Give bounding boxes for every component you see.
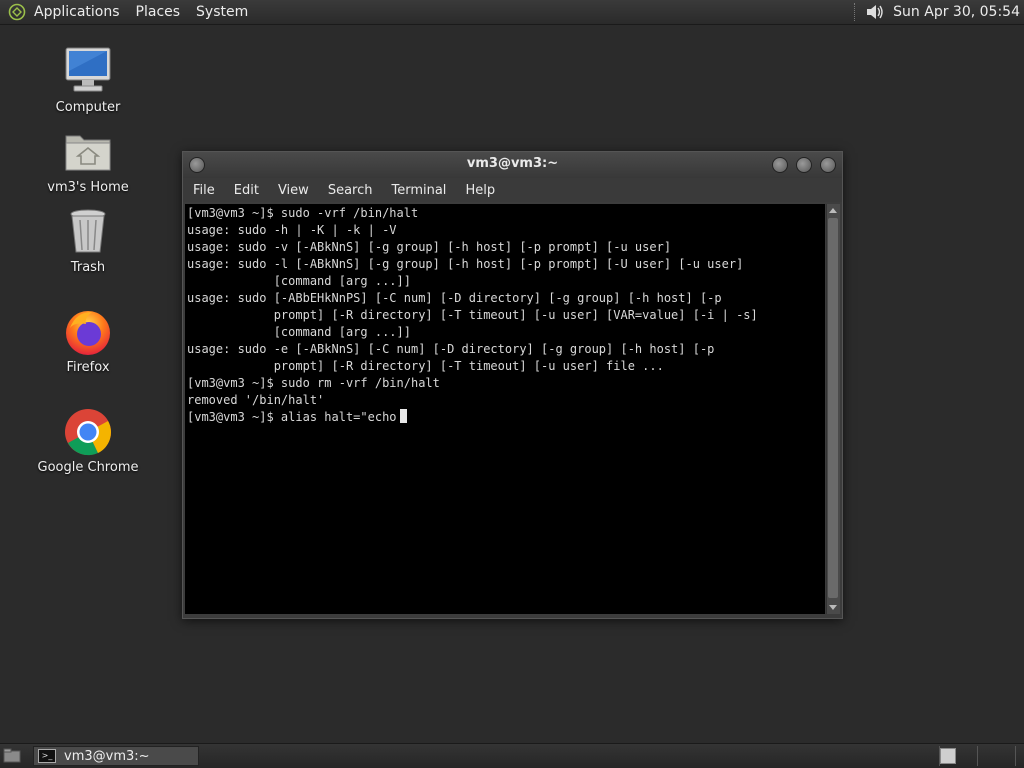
- terminal-prompt-line[interactable]: [vm3@vm3 ~]$ alias halt="echo: [187, 409, 825, 426]
- maximize-button[interactable]: [796, 157, 812, 173]
- terminal-output[interactable]: [vm3@vm3 ~]$ sudo -vrf /bin/halt usage: s…: [185, 204, 825, 614]
- terminal-line: prompt] [-R directory] [-T timeout] [-u …: [187, 359, 664, 373]
- terminal-scrollbar[interactable]: [826, 204, 840, 614]
- desktop-icon-computer[interactable]: Computer: [28, 46, 148, 115]
- terminal-line: usage: sudo -h | -K | -k | -V: [187, 223, 397, 237]
- menu-edit[interactable]: Edit: [234, 183, 259, 198]
- menu-search[interactable]: Search: [328, 183, 373, 198]
- tray-separator: [854, 3, 859, 21]
- volume-icon[interactable]: [865, 2, 885, 22]
- terminal-line: usage: sudo -e [-ABkNnS] [-C num] [-D di…: [187, 342, 715, 356]
- scroll-up-icon[interactable]: [829, 208, 837, 213]
- desktop-icon-chrome[interactable]: Google Chrome: [28, 406, 148, 475]
- terminal-line: [command [arg ...]]: [187, 325, 411, 339]
- bottom-panel: >_ vm3@vm3:~: [0, 743, 1024, 768]
- show-desktop-icon[interactable]: [3, 748, 21, 764]
- scrollbar-thumb[interactable]: [828, 218, 838, 598]
- workspace-separator: [1015, 746, 1016, 766]
- desktop-icon-trash[interactable]: Trash: [28, 206, 148, 275]
- menu-help[interactable]: Help: [465, 183, 495, 198]
- terminal-line: prompt] [-R directory] [-T timeout] [-u …: [187, 308, 758, 322]
- window-titlebar[interactable]: vm3@vm3:~: [183, 152, 842, 178]
- window-menu-icon[interactable]: [189, 157, 205, 173]
- clock[interactable]: Sun Apr 30, 05:54: [893, 4, 1020, 20]
- menu-file[interactable]: File: [193, 183, 215, 198]
- terminal-line: [command [arg ...]]: [187, 274, 411, 288]
- scroll-down-icon[interactable]: [829, 605, 837, 610]
- text-cursor: [399, 409, 407, 423]
- trash-icon: [70, 209, 106, 253]
- terminal-line: usage: sudo -l [-ABkNnS] [-g group] [-h …: [187, 257, 744, 271]
- desktop-icon-home[interactable]: vm3's Home: [28, 126, 148, 195]
- menu-view[interactable]: View: [278, 183, 309, 198]
- chrome-icon: [65, 409, 111, 456]
- terminal-menubar: File Edit View Search Terminal Help: [183, 178, 842, 202]
- terminal-line: usage: sudo [-ABbEHkNnPS] [-C num] [-D d…: [187, 291, 722, 305]
- firefox-icon: [66, 311, 110, 355]
- window-title: vm3@vm3:~: [466, 156, 559, 171]
- system-menu[interactable]: System: [196, 4, 248, 20]
- top-panel: Applications Places System Sun Apr 30, 0…: [0, 0, 1024, 25]
- taskbar-window-button[interactable]: >_ vm3@vm3:~: [33, 746, 199, 766]
- terminal-icon: >_: [38, 749, 56, 763]
- minimize-button[interactable]: [772, 157, 788, 173]
- desktop-icon-label: vm3's Home: [47, 180, 129, 195]
- prompt-text: [vm3@vm3 ~]$ alias halt="echo: [187, 410, 397, 424]
- terminal-window[interactable]: vm3@vm3:~ File Edit View Search Terminal…: [182, 151, 843, 619]
- distro-logo-icon[interactable]: [6, 1, 28, 23]
- computer-icon: [65, 47, 111, 92]
- desktop-icon-label: Trash: [70, 260, 106, 275]
- terminal-line: [vm3@vm3 ~]$ sudo -vrf /bin/halt: [187, 206, 419, 220]
- home-folder-icon: [65, 135, 111, 171]
- close-button[interactable]: [820, 157, 836, 173]
- terminal-line: [vm3@vm3 ~]$ sudo rm -vrf /bin/halt: [187, 376, 440, 390]
- places-menu[interactable]: Places: [136, 4, 181, 20]
- desktop-icon-label: Google Chrome: [37, 460, 139, 475]
- workspace-separator: [977, 746, 978, 766]
- menu-terminal[interactable]: Terminal: [391, 183, 446, 198]
- desktop-icon-label: Firefox: [66, 360, 110, 375]
- workspace-switcher-1[interactable]: [940, 748, 956, 764]
- applications-menu[interactable]: Applications: [34, 4, 120, 20]
- top-panel-tray: Sun Apr 30, 05:54: [854, 0, 1020, 24]
- terminal-line: removed '/bin/halt': [187, 393, 325, 407]
- terminal-line: usage: sudo -v [-ABkNnS] [-g group] [-h …: [187, 240, 672, 254]
- taskbar-window-label: vm3@vm3:~: [64, 748, 150, 764]
- desktop-icon-label: Computer: [55, 100, 121, 115]
- desktop-icon-firefox[interactable]: Firefox: [28, 306, 148, 375]
